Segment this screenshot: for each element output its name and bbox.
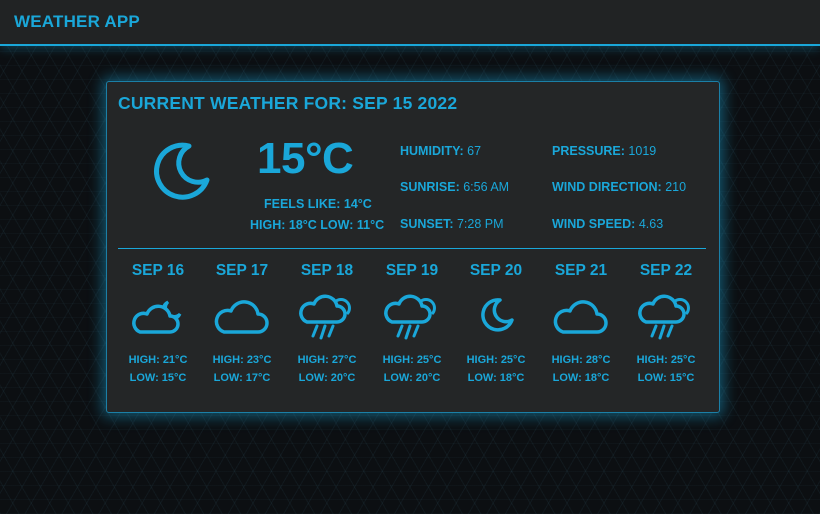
top-bar: WEATHER APP <box>0 0 820 46</box>
forecast-high: HIGH: 25°C <box>466 354 526 366</box>
forecast-high: HIGH: 25°C <box>382 354 442 366</box>
humidity-label: HUMIDITY: <box>400 144 464 158</box>
rain-cloud-icon <box>299 294 351 340</box>
wind-direction-stat: WIND DIRECTION: 210 <box>552 180 686 194</box>
sunrise-label: SUNRISE: <box>400 180 460 194</box>
weather-card: CURRENT WEATHER FOR: SEP 15 2022 15°C FE… <box>106 81 720 413</box>
current-high-low: HIGH: 18°C LOW: 11°C <box>250 218 385 232</box>
sunset-stat: SUNSET: 7:28 PM <box>400 217 504 231</box>
wind-speed-stat: WIND SPEED: 4.63 <box>552 217 663 231</box>
forecast-date: SEP 16 <box>131 262 185 279</box>
forecast-high: HIGH: 21°C <box>128 354 188 366</box>
pressure-label: PRESSURE: <box>552 144 625 158</box>
forecast-high: HIGH: 25°C <box>636 354 696 366</box>
rain-cloud-icon <box>384 294 436 340</box>
forecast-low: LOW: 20°C <box>298 372 356 384</box>
forecast-low: LOW: 20°C <box>383 372 441 384</box>
forecast-high: HIGH: 28°C <box>551 354 611 366</box>
forecast-day: SEP 19 HIGH: 25°C LOW: 20°C <box>375 262 449 384</box>
forecast-day: SEP 21 HIGH: 28°C LOW: 18°C <box>544 262 618 384</box>
forecast-date: SEP 19 <box>385 262 439 279</box>
wind-direction-label: WIND DIRECTION: <box>552 180 662 194</box>
forecast-day: SEP 17 HIGH: 23°C LOW: 17°C <box>205 262 279 384</box>
forecast-high: HIGH: 23°C <box>212 354 272 366</box>
forecast-day: SEP 16 HIGH: 21°C LOW: 15°C <box>121 262 195 384</box>
sunrise-stat: SUNRISE: 6:56 AM <box>400 180 509 194</box>
forecast-day: SEP 22 HIGH: 25°C LOW: 15°C <box>629 262 703 384</box>
forecast-high: HIGH: 27°C <box>297 354 357 366</box>
sunset-value: 7:28 PM <box>456 217 504 231</box>
forecast-low: LOW: 15°C <box>129 372 187 384</box>
rain-cloud-icon <box>638 294 690 340</box>
forecast-low: LOW: 18°C <box>552 372 610 384</box>
wind-speed-label: WIND SPEED: <box>552 217 636 231</box>
cloud-moon-icon <box>132 300 182 334</box>
forecast-date: SEP 22 <box>639 262 693 279</box>
moon-icon <box>481 298 514 332</box>
forecast-low: LOW: 17°C <box>213 372 271 384</box>
cloud-icon <box>214 300 269 334</box>
forecast-day: SEP 20 HIGH: 25°C LOW: 18°C <box>459 262 533 384</box>
forecast-date: SEP 20 <box>469 262 523 279</box>
forecast-low: LOW: 15°C <box>637 372 695 384</box>
forecast-date: SEP 18 <box>300 262 354 279</box>
forecast-date: SEP 17 <box>215 262 269 279</box>
pressure-value: 1019 <box>628 144 657 158</box>
forecast-day: SEP 18 HIGH: 27°C LOW: 20°C <box>290 262 364 384</box>
wind-speed-value: 4.63 <box>638 217 664 231</box>
divider <box>118 248 706 249</box>
wind-direction-value: 210 <box>665 180 687 194</box>
humidity-value: 67 <box>467 144 482 158</box>
forecast-low: LOW: 18°C <box>467 372 525 384</box>
moon-icon <box>154 142 210 200</box>
pressure-stat: PRESSURE: 1019 <box>552 144 656 158</box>
sunrise-value: 6:56 AM <box>463 180 510 194</box>
sunset-label: SUNSET: <box>400 217 454 231</box>
forecast-date: SEP 21 <box>554 262 608 279</box>
current-temperature: 15°C <box>257 134 354 183</box>
humidity-stat: HUMIDITY: 67 <box>400 144 481 158</box>
cloud-icon <box>553 300 608 334</box>
app-title: WEATHER APP <box>14 12 140 31</box>
current-weather-title: CURRENT WEATHER FOR: SEP 15 2022 <box>118 93 458 113</box>
feels-like: FEELS LIKE: 14°C <box>264 197 372 211</box>
